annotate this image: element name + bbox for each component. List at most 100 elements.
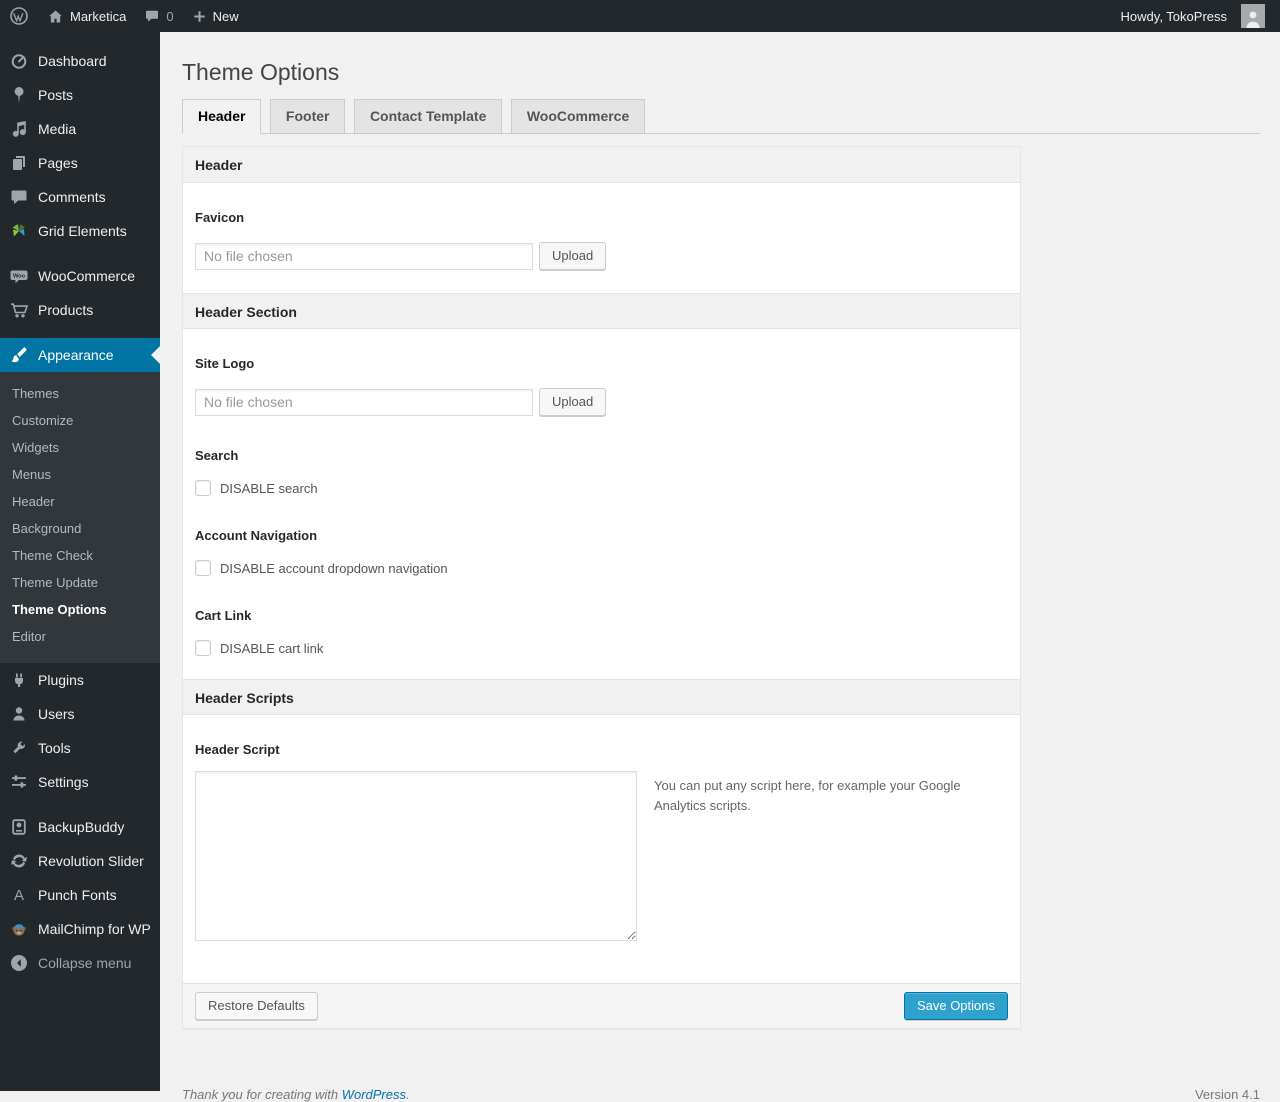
sidebar-item-label: Pages [38, 155, 78, 171]
section-heading-header: Header [183, 147, 1020, 183]
tab-contact-template[interactable]: Contact Template [353, 99, 503, 134]
search-label: Search [195, 448, 239, 463]
comment-bubble-icon [144, 8, 160, 24]
account-menu[interactable]: Howdy, TokoPress [1112, 4, 1274, 28]
grid-elements-icon [9, 221, 29, 241]
disable-search-label: DISABLE search [220, 480, 318, 496]
sidebar-item-label: Appearance [38, 347, 114, 363]
sidebar-item-tools[interactable]: Tools [0, 731, 160, 765]
sidebar-subitem-header[interactable]: Header [0, 488, 160, 515]
pin-icon [9, 85, 29, 105]
sidebar-item-punch-fonts[interactable]: A Punch Fonts [0, 878, 160, 912]
sidebar-subitem-background[interactable]: Background [0, 515, 160, 542]
cart-link-label: Cart Link [195, 608, 252, 623]
tab-footer[interactable]: Footer [269, 99, 346, 134]
tab-woocommerce[interactable]: WooCommerce [510, 99, 646, 134]
sidebar-subitem-theme-options[interactable]: Theme Options [0, 596, 160, 623]
header-script-description: You can put any script here, for example… [654, 778, 961, 814]
sidebar-item-label: Media [38, 121, 77, 137]
account-navigation-label: Account Navigation [195, 528, 318, 543]
theme-options-tabs: Header Footer Contact Template WooCommer… [182, 99, 1260, 134]
punch-fonts-icon: A [13, 886, 24, 904]
sidebar-item-plugins[interactable]: Plugins [0, 663, 160, 697]
new-label: New [212, 8, 239, 24]
sidebar-item-grid-elements[interactable]: Grid Elements [0, 214, 160, 248]
new-menu[interactable]: New [183, 0, 248, 32]
sidebar-item-label: Punch Fonts [38, 887, 117, 903]
disable-cart-link-label: DISABLE cart link [220, 640, 324, 656]
site-menu[interactable]: Marketica [38, 0, 135, 32]
site-logo-file-input[interactable] [195, 388, 533, 416]
disable-cart-link-checkbox[interactable] [195, 640, 211, 656]
sidebar-item-backupbuddy[interactable]: BackupBuddy [0, 810, 160, 844]
comment-count: 0 [166, 8, 174, 24]
wrench-icon [9, 738, 29, 758]
sidebar-item-products[interactable]: Products [0, 293, 160, 327]
wordpress-link[interactable]: WordPress [342, 1087, 406, 1102]
sidebar-subitem-theme-update[interactable]: Theme Update [0, 569, 160, 596]
menu-separator [0, 327, 160, 338]
sidebar-item-label: Products [38, 302, 94, 318]
avatar [1241, 4, 1265, 28]
sidebar-item-label: WooCommerce [38, 268, 135, 284]
users-icon [9, 704, 29, 724]
main-content: Theme Options Header Footer Contact Temp… [160, 32, 1280, 1102]
pages-icon [9, 153, 29, 173]
restore-defaults-button[interactable]: Restore Defaults [195, 992, 318, 1020]
footer-period: . [406, 1087, 410, 1102]
save-options-button[interactable]: Save Options [903, 992, 1008, 1020]
disable-account-nav-checkbox[interactable] [195, 560, 211, 576]
page-footer: Thank you for creating with WordPress. V… [182, 1087, 1260, 1102]
sidebar-item-label: Dashboard [38, 53, 107, 69]
comments-menu[interactable]: 0 [135, 0, 182, 32]
sidebar-item-media[interactable]: Media [0, 112, 160, 146]
sidebar-subitem-theme-check[interactable]: Theme Check [0, 542, 160, 569]
cart-icon [9, 300, 29, 320]
sidebar-item-comments[interactable]: Comments [0, 180, 160, 214]
dashboard-icon [9, 51, 29, 71]
disable-search-checkbox[interactable] [195, 480, 211, 496]
favicon-file-input[interactable] [195, 242, 533, 270]
site-logo-label: Site Logo [195, 356, 255, 371]
disable-account-nav-label: DISABLE account dropdown navigation [220, 560, 448, 576]
wp-logo-menu[interactable] [0, 0, 38, 32]
page-title: Theme Options [182, 59, 340, 85]
sidebar-subitem-editor[interactable]: Editor [0, 623, 160, 650]
sidebar-item-settings[interactable]: Settings [0, 765, 160, 799]
sidebar-item-appearance[interactable]: Appearance [0, 338, 160, 372]
woocommerce-icon: Woo [9, 266, 29, 286]
sidebar-item-label: Settings [38, 774, 89, 790]
version-text: Version 4.1 [1194, 1087, 1260, 1102]
comments-icon [9, 187, 29, 207]
mailchimp-icon [9, 919, 29, 939]
sidebar-subitem-themes[interactable]: Themes [0, 380, 160, 407]
sidebar-item-label: Comments [38, 189, 106, 205]
footer-thanks: Thank you for creating with WordPress. [182, 1087, 410, 1102]
sidebar-subitem-widgets[interactable]: Widgets [0, 434, 160, 461]
collapse-menu-button[interactable]: Collapse menu [0, 946, 160, 980]
favicon-label: Favicon [195, 210, 245, 225]
tab-header[interactable]: Header [182, 99, 262, 134]
theme-options-panel: Header Favicon Upload Header Section Sit… [182, 146, 1021, 1029]
sidebar-item-pages[interactable]: Pages [0, 146, 160, 180]
sidebar-item-users[interactable]: Users [0, 697, 160, 731]
settings-icon [9, 772, 29, 792]
favicon-upload-button[interactable]: Upload [539, 242, 607, 270]
header-script-textarea[interactable] [195, 771, 637, 941]
sidebar-item-woocommerce[interactable]: Woo WooCommerce [0, 259, 160, 293]
section-body-header-scripts: Header Script You can put any script her… [183, 715, 1020, 983]
sidebar-item-label: Collapse menu [38, 955, 132, 971]
sidebar-item-label: Tools [38, 740, 71, 756]
sidebar-item-dashboard[interactable]: Dashboard [0, 44, 160, 78]
sidebar-item-label: Plugins [38, 672, 84, 688]
sidebar-item-label: Revolution Slider [38, 853, 144, 869]
wordpress-logo-icon [9, 6, 29, 26]
site-logo-upload-button[interactable]: Upload [539, 388, 607, 416]
revolution-slider-icon [9, 851, 29, 871]
brush-icon [9, 345, 29, 365]
sidebar-item-mailchimp[interactable]: MailChimp for WP [0, 912, 160, 946]
sidebar-item-posts[interactable]: Posts [0, 78, 160, 112]
sidebar-subitem-customize[interactable]: Customize [0, 407, 160, 434]
sidebar-item-revolution-slider[interactable]: Revolution Slider [0, 844, 160, 878]
sidebar-subitem-menus[interactable]: Menus [0, 461, 160, 488]
